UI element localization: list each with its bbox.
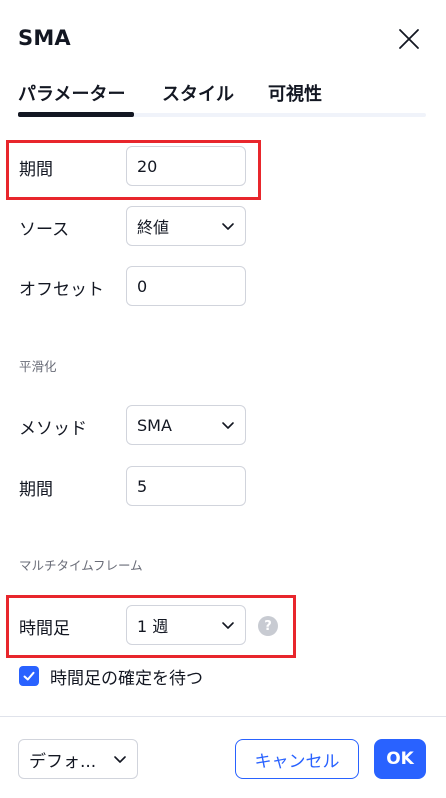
cancel-button[interactable]: キャンセル <box>235 739 359 779</box>
tab-visibility[interactable]: 可視性 <box>268 80 322 106</box>
timeframe-value: 1 週 <box>137 617 169 636</box>
close-icon <box>399 29 419 49</box>
wait-confirm-label[interactable]: 時間足の確定を待つ <box>50 664 203 689</box>
source-value: 終値 <box>137 218 170 237</box>
chevron-down-icon <box>222 422 234 429</box>
check-icon <box>23 671 35 681</box>
method-select[interactable]: SMA <box>126 405 246 445</box>
defaults-label: デフォ... <box>29 751 97 772</box>
active-tab-indicator <box>18 112 134 117</box>
footer-divider <box>0 716 446 717</box>
offset-input[interactable]: 0 <box>126 266 246 306</box>
offset-label: オフセット <box>19 280 104 300</box>
defaults-dropdown[interactable]: デフォ... <box>18 739 138 779</box>
smoothing-section-title: 平滑化 <box>19 359 57 374</box>
close-button[interactable] <box>397 27 421 51</box>
period-label: 期間 <box>19 160 53 180</box>
smoothing-period-label: 期間 <box>19 480 53 500</box>
tab-parameters[interactable]: パラメーター <box>18 80 125 106</box>
help-icon[interactable]: ? <box>258 616 278 636</box>
method-label: メソッド <box>19 419 87 439</box>
wait-confirm-checkbox[interactable] <box>19 666 39 686</box>
dialog-title: SMA <box>18 26 71 50</box>
ok-button[interactable]: OK <box>374 739 426 779</box>
source-label: ソース <box>19 220 70 240</box>
period-input[interactable]: 20 <box>126 146 246 186</box>
chevron-down-icon <box>114 756 126 763</box>
smoothing-period-input[interactable]: 5 <box>126 466 246 506</box>
source-select[interactable]: 終値 <box>126 206 246 246</box>
timeframe-label: 時間足 <box>19 619 70 639</box>
timeframe-select[interactable]: 1 週 <box>126 605 246 645</box>
chevron-down-icon <box>222 223 234 230</box>
tab-style[interactable]: スタイル <box>162 80 234 106</box>
multi-timeframe-section-title: マルチタイムフレーム <box>19 558 143 573</box>
chevron-down-icon <box>222 622 234 629</box>
method-value: SMA <box>137 415 172 435</box>
